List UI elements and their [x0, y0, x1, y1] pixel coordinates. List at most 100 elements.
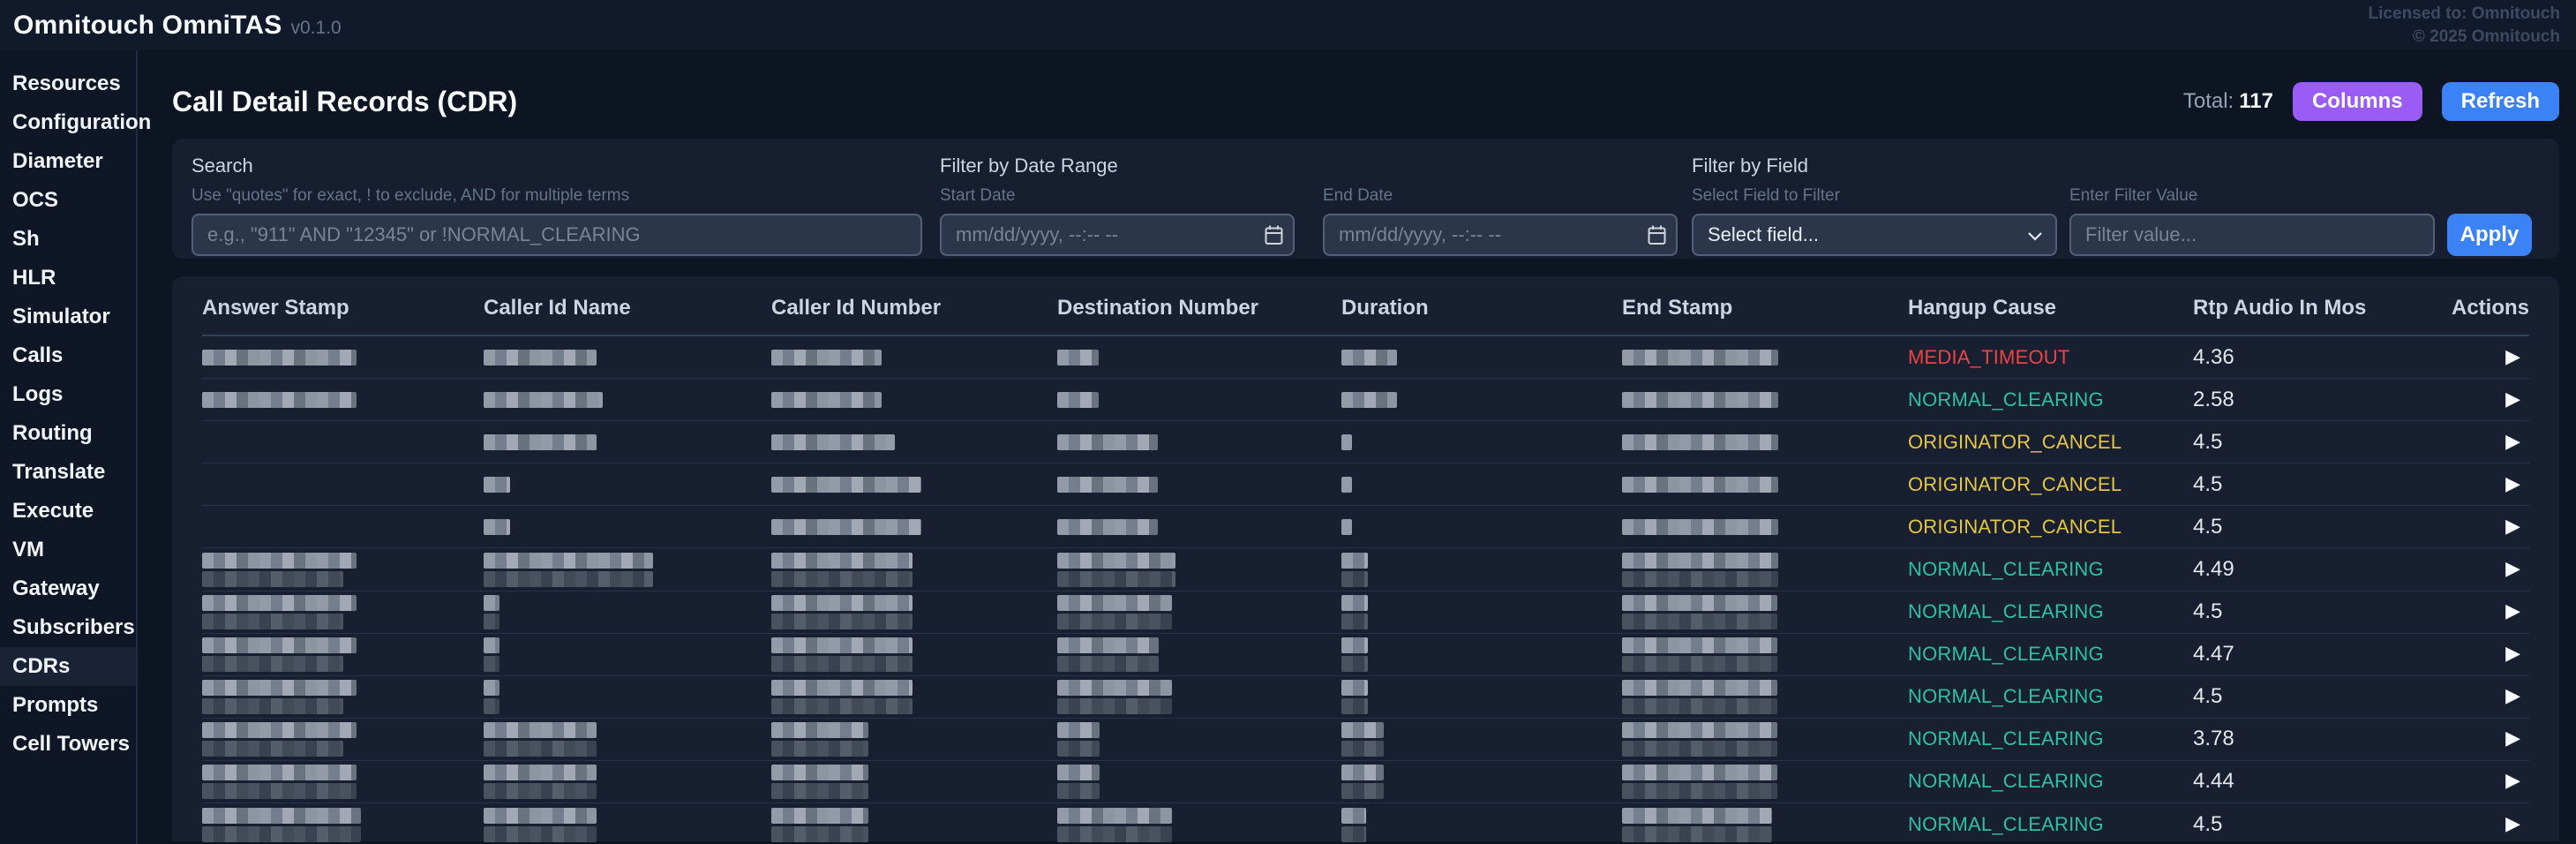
play-button[interactable]: ▶ — [2505, 685, 2520, 707]
end-date-input[interactable] — [1323, 214, 1678, 256]
actions-cell: ▶ — [2405, 390, 2529, 410]
redacted-block — [1057, 680, 1172, 696]
redacted-cell-answer — [202, 765, 484, 799]
redacted-block — [484, 698, 499, 714]
sidebar-item-translate[interactable]: Translate — [0, 453, 136, 492]
play-button[interactable]: ▶ — [2505, 600, 2520, 622]
redacted-block — [1341, 765, 1384, 780]
play-button[interactable]: ▶ — [2505, 473, 2520, 495]
redacted-block — [484, 826, 597, 842]
sidebar-item-routing[interactable]: Routing — [0, 414, 136, 453]
redacted-block — [1341, 637, 1368, 653]
column-header-rtp-audio-in-mos: Rtp Audio In Mos — [2193, 296, 2405, 320]
play-button[interactable]: ▶ — [2505, 727, 2520, 750]
redacted-cell-answer — [202, 637, 484, 672]
actions-cell: ▶ — [2405, 475, 2529, 494]
redacted-block — [1057, 392, 1099, 408]
filter-value-input[interactable] — [2069, 214, 2435, 256]
redacted-block — [771, 571, 912, 587]
redacted-block — [484, 741, 597, 757]
sidebar-item-cdrs[interactable]: CDRs — [0, 647, 136, 686]
redacted-block — [1057, 614, 1172, 629]
table-row: NORMAL_CLEARING4.5▶ — [202, 592, 2529, 634]
redacted-cell-duration — [1341, 765, 1622, 799]
sidebar-item-vm[interactable]: VM — [0, 531, 136, 569]
redacted-block — [1341, 392, 1397, 408]
play-button[interactable]: ▶ — [2505, 431, 2520, 453]
redacted-cell-caller_number — [771, 434, 1057, 450]
play-button[interactable]: ▶ — [2505, 813, 2520, 835]
redacted-block — [202, 722, 357, 738]
redacted-block — [1622, 571, 1778, 587]
redacted-cell-caller_name — [484, 595, 771, 629]
play-button[interactable]: ▶ — [2505, 516, 2520, 538]
app-version: v0.1.0 — [291, 18, 342, 39]
redacted-block — [1057, 637, 1159, 653]
actions-cell: ▶ — [2405, 772, 2529, 791]
sidebar-item-configuration[interactable]: Configuration — [0, 103, 136, 142]
copyright-text: © 2025 Omnitouch — [2369, 26, 2560, 49]
play-button[interactable]: ▶ — [2505, 770, 2520, 792]
redacted-cell-destination — [1057, 477, 1341, 493]
total-count: Total:117 — [2183, 89, 2273, 114]
sidebar-item-diameter[interactable]: Diameter — [0, 142, 136, 181]
redacted-block — [1341, 434, 1352, 450]
redacted-block — [1341, 350, 1397, 365]
redacted-block — [202, 680, 357, 696]
redacted-block — [771, 350, 882, 365]
select-field-label: Select Field to Filter — [1692, 186, 2057, 206]
hangup-cause: NORMAL_CLEARING — [1908, 813, 2193, 836]
calendar-icon[interactable] — [1265, 225, 1283, 250]
page-title: Call Detail Records (CDR) — [172, 86, 517, 118]
redacted-block — [1341, 783, 1384, 799]
sidebar-item-prompts[interactable]: Prompts — [0, 686, 136, 725]
redacted-block — [1057, 434, 1158, 450]
redacted-cell-end — [1622, 765, 1908, 799]
play-button[interactable]: ▶ — [2505, 388, 2520, 411]
sidebar-item-resources[interactable]: Resources — [0, 64, 136, 103]
redacted-cell-answer — [202, 553, 484, 587]
calendar-icon[interactable] — [1648, 225, 1666, 250]
sidebar-item-subscribers[interactable]: Subscribers — [0, 608, 136, 647]
sidebar-item-cell-towers[interactable]: Cell Towers — [0, 725, 136, 764]
sidebar-item-execute[interactable]: Execute — [0, 492, 136, 531]
column-header-duration: Duration — [1341, 296, 1622, 320]
redacted-cell-caller_name — [484, 765, 771, 799]
field-select-value: Select field... — [1708, 223, 1819, 246]
apply-button[interactable]: Apply — [2447, 214, 2532, 256]
redacted-block — [771, 392, 882, 408]
start-date-input[interactable] — [940, 214, 1295, 256]
redacted-block — [1622, 595, 1777, 611]
columns-button[interactable]: Columns — [2293, 82, 2422, 121]
sidebar-item-gateway[interactable]: Gateway — [0, 569, 136, 608]
sidebar-item-sh[interactable]: Sh — [0, 220, 136, 259]
search-input[interactable] — [192, 214, 922, 256]
redacted-block — [1622, 350, 1778, 365]
redacted-cell-caller_name — [484, 637, 771, 672]
total-label: Total: — [2183, 89, 2234, 113]
rtp-audio-in-mos: 4.5 — [2193, 472, 2405, 497]
sidebar-item-simulator[interactable]: Simulator — [0, 298, 136, 336]
rtp-audio-in-mos: 3.78 — [2193, 727, 2405, 751]
sidebar-item-ocs[interactable]: OCS — [0, 181, 136, 220]
redacted-block — [1622, 392, 1778, 408]
column-header-destination-number: Destination Number — [1057, 296, 1341, 320]
play-button[interactable]: ▶ — [2505, 558, 2520, 580]
refresh-button[interactable]: Refresh — [2442, 82, 2559, 121]
redacted-block — [1341, 519, 1352, 535]
redacted-block — [202, 765, 357, 780]
redacted-block — [1341, 808, 1366, 824]
redacted-block — [771, 808, 868, 824]
hangup-cause: NORMAL_CLEARING — [1908, 770, 2193, 793]
play-button[interactable]: ▶ — [2505, 643, 2520, 665]
redacted-cell-duration — [1341, 553, 1622, 587]
sidebar-item-hlr[interactable]: HLR — [0, 259, 136, 298]
field-select[interactable]: Select field... — [1692, 214, 2057, 256]
play-button[interactable]: ▶ — [2505, 346, 2520, 368]
redacted-cell-destination — [1057, 722, 1341, 757]
table-row: NORMAL_CLEARING3.78▶ — [202, 719, 2529, 761]
redacted-block — [202, 553, 357, 569]
sidebar-item-logs[interactable]: Logs — [0, 375, 136, 414]
actions-cell: ▶ — [2405, 687, 2529, 706]
sidebar-item-calls[interactable]: Calls — [0, 336, 136, 375]
